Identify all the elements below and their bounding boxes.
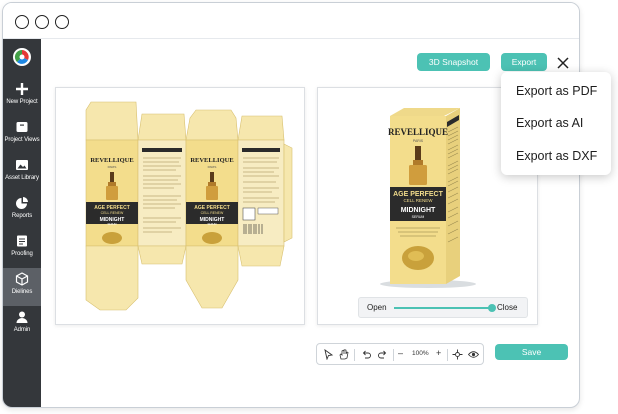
brand-text: REVELLIQUE	[388, 127, 448, 137]
city-text: PARIS	[108, 165, 117, 169]
zoom-out-button[interactable]: –	[398, 348, 403, 358]
brand-text: REVELLIQUE	[190, 157, 233, 164]
pie-chart-icon	[16, 197, 28, 209]
sidebar-item-label: Dielines	[11, 289, 33, 295]
window-maximize-dot[interactable]	[55, 15, 69, 29]
fit-screen-icon[interactable]	[452, 349, 463, 360]
app-window: New Project Project Views Asset Library …	[2, 2, 580, 408]
save-button[interactable]: Save	[495, 344, 568, 360]
city-text: PARIS	[208, 165, 217, 169]
cube-icon	[15, 272, 29, 286]
zoom-level: 100%	[412, 350, 429, 357]
product-sub-text: SERUM	[207, 223, 216, 226]
open-close-slider[interactable]: Open Close	[358, 297, 528, 318]
export-ai-item[interactable]: Export as AI	[516, 116, 583, 130]
close-icon[interactable]	[556, 56, 570, 70]
project-views-icon	[16, 122, 28, 132]
pointer-icon[interactable]	[323, 349, 334, 360]
toolbar-divider	[447, 349, 448, 361]
zoom-in-button[interactable]: +	[436, 348, 441, 358]
export-menu: Export as PDF Export as AI Export as DXF	[501, 72, 611, 175]
product-sub-text: SERUM	[412, 215, 425, 219]
slider-close-label: Close	[497, 303, 518, 312]
sidebar-item-reports[interactable]: Reports	[3, 192, 41, 230]
undo-icon[interactable]	[361, 349, 372, 360]
sidebar-item-label: Project Views	[4, 137, 40, 143]
window-close-dot[interactable]	[15, 15, 29, 29]
dieline-flat-panel: REVELLIQUE PARIS AGE PERFECT CELL RENEW …	[55, 87, 305, 325]
eye-icon[interactable]	[468, 349, 479, 360]
export-button[interactable]: Export	[501, 53, 547, 71]
toolbar-divider	[354, 349, 355, 361]
brand-text: REVELLIQUE	[90, 157, 133, 164]
slider-fill	[394, 307, 492, 309]
sidebar-item-dielines[interactable]: Dielines	[3, 268, 41, 306]
image-icon	[16, 160, 28, 170]
line2-text: CELL RENEW	[101, 211, 124, 215]
sidebar: New Project Project Views Asset Library …	[3, 39, 41, 407]
sidebar-item-label: Proofing	[11, 251, 33, 257]
toolbar-divider	[393, 349, 394, 361]
slider-handle[interactable]	[488, 304, 496, 312]
hand-icon[interactable]	[338, 349, 349, 360]
title-bar	[3, 3, 579, 39]
export-pdf-item[interactable]: Export as PDF	[516, 84, 597, 98]
slider-open-label: Open	[367, 303, 387, 312]
3d-snapshot-button[interactable]: 3D Snapshot	[417, 53, 490, 71]
plus-icon	[16, 83, 28, 95]
sidebar-item-label: Reports	[11, 213, 33, 219]
line1-text: AGE PERFECT	[393, 191, 444, 198]
sidebar-item-admin[interactable]: Admin	[3, 306, 41, 344]
city-text: PARIS	[413, 139, 424, 143]
sidebar-item-new-project[interactable]: New Project	[3, 78, 41, 116]
sidebar-item-label: Asset Library	[5, 175, 39, 181]
proofing-icon	[17, 235, 27, 247]
line2-text: CELL RENEW	[201, 211, 224, 215]
product-sub-text: SERUM	[107, 223, 116, 226]
export-dxf-item[interactable]: Export as DXF	[516, 149, 597, 163]
sidebar-item-label: New Project	[6, 99, 38, 105]
canvas-toolbar: – 100% +	[316, 343, 484, 365]
sidebar-item-project-views[interactable]: Project Views	[3, 116, 41, 154]
line2-text: CELL RENEW	[403, 198, 433, 203]
product-text: MIDNIGHT	[401, 207, 436, 214]
sidebar-item-label: Admin	[13, 327, 31, 333]
sidebar-item-asset-library[interactable]: Asset Library	[3, 154, 41, 192]
app-logo-icon[interactable]	[12, 47, 32, 67]
window-minimize-dot[interactable]	[35, 15, 49, 29]
redo-icon[interactable]	[377, 349, 388, 360]
sidebar-item-proofing[interactable]: Proofing	[3, 230, 41, 268]
dieline-artwork[interactable]: REVELLIQUE PARIS AGE PERFECT CELL RENEW …	[56, 88, 306, 326]
user-icon	[16, 311, 28, 323]
